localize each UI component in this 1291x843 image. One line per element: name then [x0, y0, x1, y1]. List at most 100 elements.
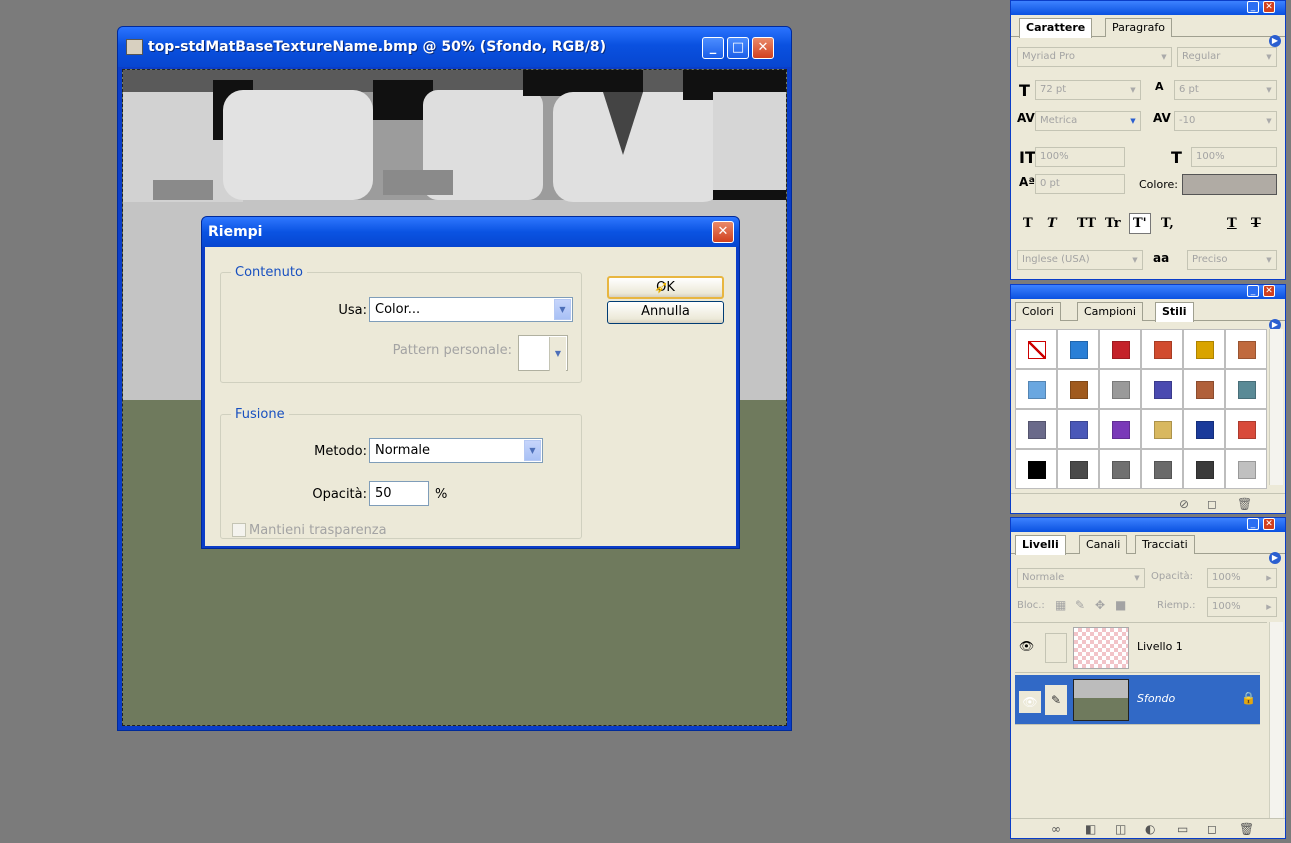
- panel-minimize-button[interactable]: _: [1247, 518, 1259, 530]
- mantieni-label: Mantieni trasparenza: [249, 523, 387, 538]
- style-swatch[interactable]: [1183, 369, 1225, 409]
- tab-campioni[interactable]: Campioni: [1077, 302, 1143, 321]
- clear-style-icon[interactable]: ⊘: [1179, 497, 1189, 511]
- style-swatch[interactable]: [1183, 449, 1225, 489]
- style-swatch[interactable]: [1183, 329, 1225, 369]
- vertical-scale-input[interactable]: 100%: [1035, 147, 1125, 167]
- layer-mask-icon[interactable]: ◫: [1115, 822, 1126, 836]
- lock-transparency-icon[interactable]: ▦: [1055, 598, 1066, 612]
- style-swatch[interactable]: [1225, 329, 1267, 369]
- tab-colori[interactable]: Colori: [1015, 302, 1061, 321]
- close-button[interactable]: ✕: [752, 37, 774, 59]
- leading-select[interactable]: 6 pt ▼: [1174, 80, 1277, 100]
- tracking-select[interactable]: -10 ▼: [1174, 111, 1277, 131]
- style-swatch[interactable]: [1057, 409, 1099, 449]
- style-swatch[interactable]: [1225, 369, 1267, 409]
- new-style-icon[interactable]: ◻: [1207, 497, 1217, 511]
- panel-close-button[interactable]: ✕: [1263, 518, 1275, 530]
- blend-mode-select[interactable]: Normale ▼: [1017, 568, 1145, 588]
- tab-stili[interactable]: Stili: [1155, 302, 1194, 322]
- faux-italic-button[interactable]: T: [1047, 216, 1057, 231]
- style-swatch-color: [1112, 341, 1130, 359]
- panel-minimize-button[interactable]: _: [1247, 285, 1259, 297]
- superscript-button[interactable]: T': [1129, 213, 1151, 234]
- opacita-input[interactable]: 50: [369, 481, 429, 506]
- subscript-button[interactable]: T,: [1161, 216, 1174, 231]
- layer-opacity-input[interactable]: 100% ▶: [1207, 568, 1277, 588]
- style-swatch[interactable]: [1015, 409, 1057, 449]
- style-swatch[interactable]: [1099, 449, 1141, 489]
- style-swatch[interactable]: [1141, 449, 1183, 489]
- font-style-select[interactable]: Regular ▼: [1177, 47, 1277, 67]
- style-swatch[interactable]: [1141, 329, 1183, 369]
- tab-carattere[interactable]: Carattere: [1019, 18, 1093, 38]
- dialog-close-button[interactable]: ✕: [712, 221, 734, 243]
- anti-alias-value: Preciso: [1192, 254, 1228, 265]
- panel-menu-icon[interactable]: ▶: [1269, 35, 1281, 47]
- style-swatch[interactable]: [1183, 409, 1225, 449]
- styles-scrollbar[interactable]: [1269, 329, 1283, 485]
- style-swatch[interactable]: [1225, 449, 1267, 489]
- font-family-select[interactable]: Myriad Pro ▼: [1017, 47, 1172, 67]
- layer-row-selected[interactable]: 👁 ✎ Sfondo 🔒: [1015, 675, 1260, 725]
- new-layer-icon[interactable]: ◻: [1207, 822, 1217, 836]
- style-swatch[interactable]: [1015, 369, 1057, 409]
- metodo-select[interactable]: Normale ▼: [369, 438, 543, 463]
- layers-scrollbar[interactable]: [1269, 622, 1283, 818]
- style-swatch[interactable]: [1099, 329, 1141, 369]
- tab-paragrafo[interactable]: Paragrafo: [1105, 18, 1172, 37]
- trash-icon[interactable]: 🗑: [1239, 822, 1254, 836]
- font-size-select[interactable]: 72 pt ▼: [1035, 80, 1141, 100]
- layer-row[interactable]: 👁 Livello 1: [1015, 623, 1260, 673]
- link-layers-icon[interactable]: ∞: [1051, 822, 1061, 836]
- style-swatch[interactable]: [1057, 369, 1099, 409]
- lock-move-icon[interactable]: ✥: [1095, 598, 1105, 612]
- document-title-bar[interactable]: top-stdMatBaseTextureName.bmp @ 50% (Sfo…: [118, 27, 791, 67]
- baseline-shift-input[interactable]: 0 pt: [1035, 174, 1125, 194]
- lock-all-icon[interactable]: ■: [1115, 598, 1126, 612]
- style-swatch[interactable]: [1141, 369, 1183, 409]
- panel-close-button[interactable]: ✕: [1263, 285, 1275, 297]
- new-group-icon[interactable]: ▭: [1177, 822, 1188, 836]
- all-caps-button[interactable]: TT: [1077, 216, 1096, 231]
- panel-minimize-button[interactable]: _: [1247, 1, 1259, 13]
- maximize-button[interactable]: □: [727, 37, 749, 59]
- styles-panel-titlebar[interactable]: _ ✕: [1011, 285, 1285, 299]
- annulla-button[interactable]: Annulla: [607, 301, 724, 324]
- style-swatch[interactable]: [1057, 449, 1099, 489]
- strikethrough-button[interactable]: T: [1251, 216, 1261, 231]
- dialog-title-bar[interactable]: Riempi ✕: [202, 217, 739, 247]
- style-swatch[interactable]: [1099, 369, 1141, 409]
- character-panel-titlebar[interactable]: _ ✕: [1011, 1, 1285, 15]
- style-swatch[interactable]: [1015, 329, 1057, 369]
- horizontal-scale-input[interactable]: 100%: [1191, 147, 1277, 167]
- tab-tracciati[interactable]: Tracciati: [1135, 535, 1195, 554]
- style-swatch[interactable]: [1099, 409, 1141, 449]
- style-swatch[interactable]: [1057, 329, 1099, 369]
- adjustment-layer-icon[interactable]: ◐: [1145, 822, 1155, 836]
- layer-style-icon[interactable]: ◧: [1085, 822, 1096, 836]
- panel-close-button[interactable]: ✕: [1263, 1, 1275, 13]
- layers-panel-titlebar[interactable]: _ ✕: [1011, 518, 1285, 532]
- eye-icon[interactable]: 👁: [1019, 691, 1041, 713]
- style-swatch[interactable]: [1225, 409, 1267, 449]
- lock-paint-icon[interactable]: ✎: [1075, 598, 1085, 612]
- kerning-select[interactable]: Metrica ▼: [1035, 111, 1141, 131]
- panel-menu-icon[interactable]: ▶: [1269, 552, 1281, 564]
- trash-icon[interactable]: 🗑: [1237, 497, 1252, 511]
- minimize-button[interactable]: _: [702, 37, 724, 59]
- usa-select[interactable]: Color... ▼: [369, 297, 573, 322]
- underline-button[interactable]: T: [1227, 216, 1237, 231]
- style-swatch[interactable]: [1141, 409, 1183, 449]
- fill-input[interactable]: 100% ▶: [1207, 597, 1277, 617]
- small-caps-button[interactable]: Tr: [1105, 216, 1121, 231]
- anti-alias-select[interactable]: Preciso ▼: [1187, 250, 1277, 270]
- tab-canali[interactable]: Canali: [1079, 535, 1128, 554]
- faux-bold-button[interactable]: T: [1023, 216, 1033, 231]
- eye-icon[interactable]: 👁: [1019, 639, 1034, 653]
- style-swatch[interactable]: [1015, 449, 1057, 489]
- text-color-swatch[interactable]: [1182, 174, 1277, 195]
- mantieni-checkbox[interactable]: [232, 523, 246, 537]
- language-select[interactable]: Inglese (USA) ▼: [1017, 250, 1143, 270]
- tab-livelli[interactable]: Livelli: [1015, 535, 1066, 555]
